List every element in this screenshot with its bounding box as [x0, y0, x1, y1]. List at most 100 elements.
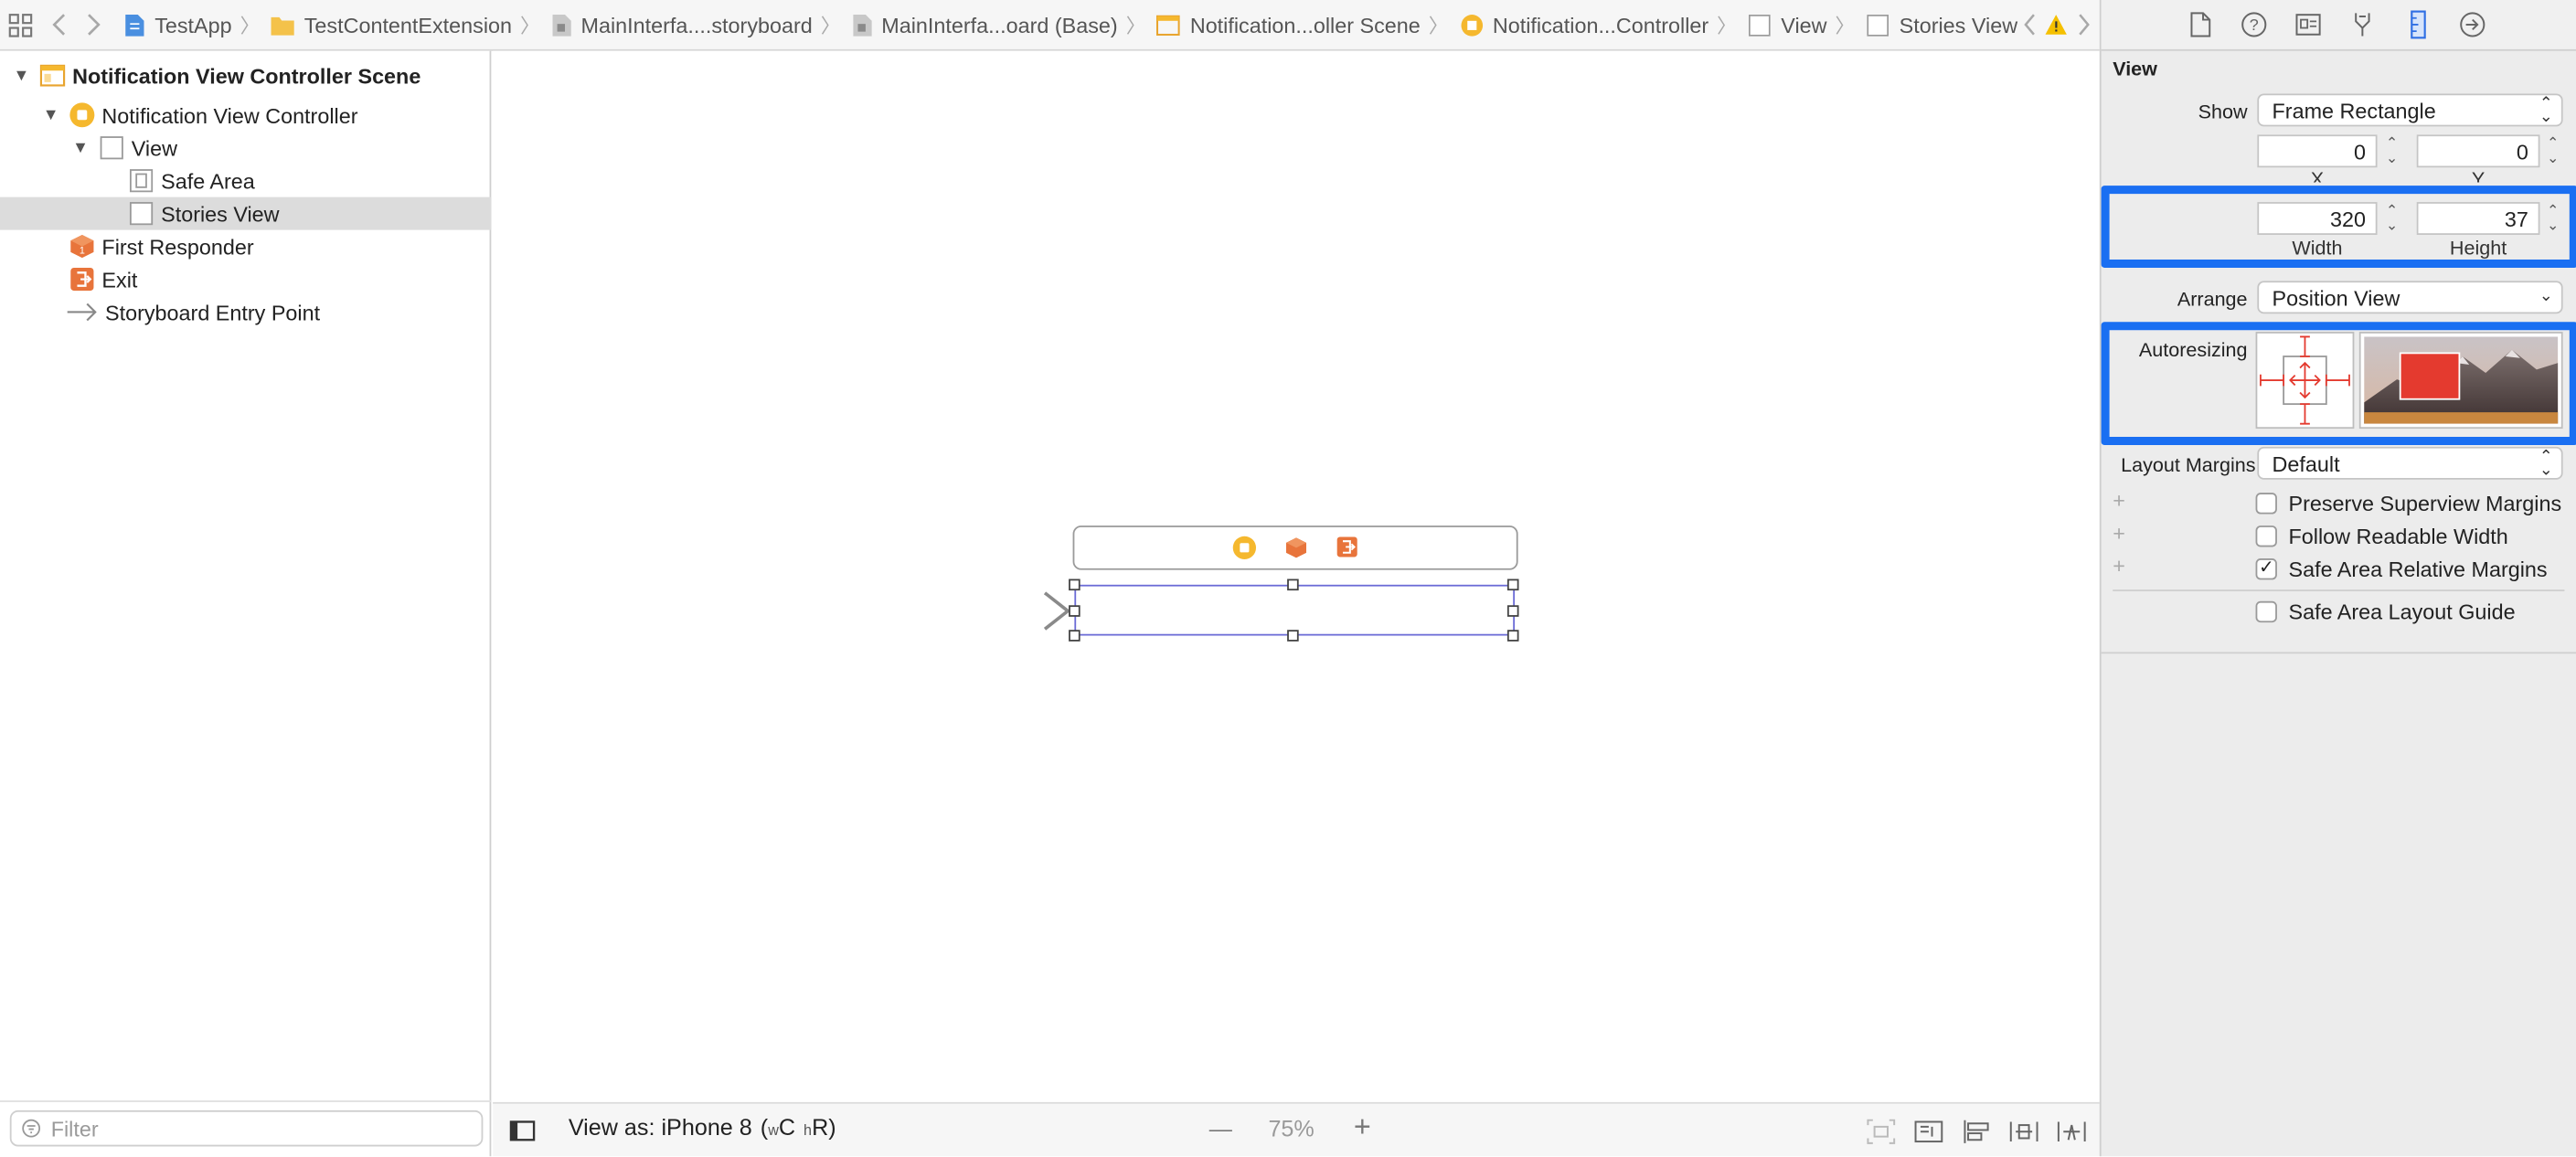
layout-margins-popup[interactable]: Default ⌃ ⌄: [2257, 446, 2563, 480]
jump-bar: TestApp 〉 TestContentExtension 〉 MainInt…: [0, 0, 2100, 51]
warning-icon[interactable]: [2043, 0, 2069, 49]
filter-icon: [22, 1119, 41, 1138]
outline-row-scene[interactable]: ▼ Notification View Controller Scene: [0, 59, 491, 92]
storyboard-canvas[interactable]: [493, 50, 2100, 1102]
view-controller-icon: [1460, 14, 1483, 36]
attributes-inspector-icon[interactable]: [2347, 10, 2377, 39]
zoom-in-button[interactable]: +: [1354, 1110, 1371, 1145]
autoresizing-mask-control[interactable]: [2255, 332, 2355, 430]
related-items-icon[interactable]: [0, 0, 42, 49]
exit-icon[interactable]: [1336, 536, 1358, 558]
breadcrumb-separator: 〉: [1717, 14, 1737, 37]
inspector-tab-bar: ?: [2101, 0, 2576, 51]
outline-row-stories-view[interactable]: Stories View: [0, 196, 492, 230]
outline-row-safe-area[interactable]: Safe Area: [0, 165, 491, 197]
x-field[interactable]: 0: [2257, 134, 2378, 168]
outline-label: Stories View: [161, 201, 280, 227]
arrange-label: Arrange: [2177, 287, 2248, 311]
breadcrumb-item[interactable]: View: [1747, 12, 1827, 37]
view-controller-icon: [69, 102, 95, 128]
view-controller-icon[interactable]: [1232, 536, 1257, 560]
divider: [2101, 652, 2576, 654]
safe-area-layout-guide-checkbox[interactable]: Safe Area Layout Guide: [2255, 596, 2516, 625]
checkbox-box[interactable]: [2255, 600, 2277, 622]
outline-row-controller[interactable]: ▼ Notification View Controller: [0, 99, 491, 132]
y-stepper[interactable]: ⌃ ⌄: [2545, 135, 2561, 169]
project-icon: [125, 14, 144, 36]
zoom-out-button[interactable]: —: [1209, 1115, 1232, 1141]
view-icon: [1749, 14, 1771, 36]
chevron-updown-icon: ⌃ ⌄: [2539, 448, 2553, 480]
checkbox-box[interactable]: [2255, 492, 2277, 514]
view-as-device-button[interactable]: View as: iPhone 8 ( w C h R ): [569, 1114, 836, 1141]
back-arrow-icon[interactable]: [42, 0, 76, 49]
outline-row-first-responder[interactable]: 1 First Responder: [0, 230, 491, 263]
scene-icon: [39, 64, 66, 87]
embed-in-stack-icon[interactable]: [1867, 1119, 1896, 1145]
chevron-down-icon: ⌄: [2539, 287, 2553, 306]
outline-label: Notification View Controller: [101, 102, 358, 128]
y-field[interactable]: 0: [2416, 134, 2540, 168]
breadcrumb-item[interactable]: MainInterfa....storyboard: [549, 12, 813, 37]
entry-point-arrow-icon[interactable]: [936, 588, 1074, 633]
outline-row-exit[interactable]: Exit: [0, 263, 491, 296]
first-responder-icon[interactable]: [1284, 536, 1307, 560]
filter-field[interactable]: Filter: [9, 1109, 484, 1147]
x-stepper[interactable]: ⌃ ⌄: [2384, 135, 2400, 169]
breadcrumb-item[interactable]: MainInterfa...oard (Base): [850, 12, 1118, 37]
resize-handles[interactable]: [1066, 578, 1524, 644]
add-variation-icon[interactable]: +: [2113, 521, 2125, 546]
height-label: Height: [2449, 236, 2507, 260]
help-inspector-icon[interactable]: ?: [2240, 10, 2269, 39]
breadcrumb-item[interactable]: Notification...Controller: [1458, 12, 1708, 37]
checkmark-icon[interactable]: ✓: [2255, 557, 2277, 579]
add-constraints-icon[interactable]: [2009, 1119, 2038, 1145]
view-icon: [1867, 14, 1889, 36]
breadcrumb-item[interactable]: Notification...oller Scene: [1155, 12, 1421, 37]
forward-arrow-icon[interactable]: [77, 0, 111, 49]
size-inspector-icon[interactable]: [2403, 10, 2432, 39]
height-field[interactable]: 37: [2416, 202, 2540, 235]
folder-icon: [271, 16, 294, 35]
layout-margins-label: Layout Margins: [2121, 453, 2256, 477]
follow-readable-width-checkbox[interactable]: Follow Readable Width: [2255, 521, 2508, 550]
outline-row-view[interactable]: ▼ View: [0, 132, 491, 165]
breadcrumb-item[interactable]: Stories View: [1865, 12, 2017, 37]
preserve-superview-margins-checkbox[interactable]: Preserve Superview Margins: [2255, 488, 2561, 517]
document-outline: ▼ Notification View Controller Scene ▼ N…: [0, 50, 492, 1157]
next-issue-icon[interactable]: [2069, 0, 2100, 49]
safe-area-relative-margins-checkbox[interactable]: ✓ Safe Area Relative Margins: [2255, 554, 2548, 583]
show-popup[interactable]: Frame Rectangle ⌃ ⌄: [2257, 93, 2563, 127]
breadcrumb-item[interactable]: TestContentExtension: [270, 12, 512, 37]
safe-area-icon: [129, 169, 154, 193]
zoom-level: 75%: [1268, 1115, 1315, 1142]
scene-icon: [1156, 14, 1181, 36]
canvas-bottom-bar: View as: iPhone 8 ( w C h R ) — 75% +: [493, 1101, 2100, 1157]
first-responder-icon: 1: [70, 234, 94, 259]
width-field[interactable]: 320: [2257, 202, 2378, 235]
file-inspector-icon[interactable]: [2185, 10, 2214, 39]
add-variation-icon[interactable]: +: [2113, 554, 2125, 578]
breadcrumb-item[interactable]: TestApp: [123, 12, 232, 37]
width-stepper[interactable]: ⌃ ⌄: [2384, 203, 2400, 237]
disclosure-triangle-icon[interactable]: ▼: [39, 106, 62, 124]
mountain-wallpaper-image: [2364, 336, 2559, 424]
previous-issue-icon[interactable]: [2017, 0, 2043, 49]
checkbox-box[interactable]: [2255, 525, 2277, 547]
add-variation-icon[interactable]: +: [2113, 488, 2125, 513]
resolve-layout-issues-icon[interactable]: [2057, 1119, 2086, 1145]
breadcrumb: TestApp 〉 TestContentExtension 〉 MainInt…: [123, 11, 2017, 39]
x-label: X: [2310, 167, 2325, 183]
disclosure-triangle-icon[interactable]: ▼: [69, 139, 91, 157]
align-icon[interactable]: [1962, 1119, 1991, 1145]
disclosure-triangle-icon[interactable]: ▼: [10, 67, 33, 85]
height-stepper[interactable]: ⌃ ⌄: [2545, 203, 2561, 237]
identity-inspector-icon[interactable]: [2294, 10, 2323, 39]
connections-inspector-icon[interactable]: [2458, 10, 2487, 39]
arrange-popup[interactable]: Position View ⌄: [2257, 281, 2563, 314]
outline-row-entry-point[interactable]: Storyboard Entry Point: [0, 295, 491, 328]
update-frames-icon[interactable]: [1914, 1119, 1943, 1145]
storyboard-icon: [852, 14, 871, 36]
divider: [2113, 589, 2565, 591]
outline-toggle-icon[interactable]: [509, 1120, 536, 1141]
